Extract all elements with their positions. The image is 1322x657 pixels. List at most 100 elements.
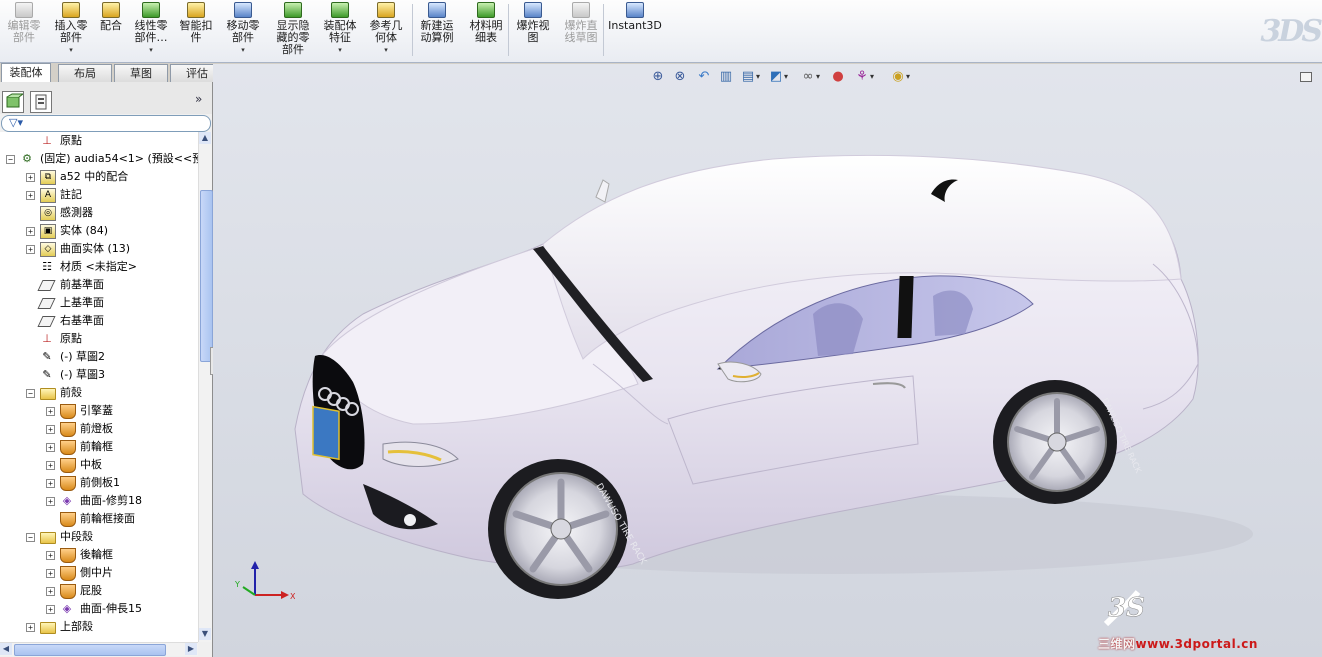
- tree-item[interactable]: ✎ (-) 草圖2: [0, 348, 198, 366]
- tree-item[interactable]: 右基準面: [0, 312, 198, 330]
- tree-item[interactable]: + 引擎蓋: [0, 402, 198, 420]
- show-hidden-icon: [284, 2, 302, 18]
- toolbar-button-8[interactable]: 参考几 何体 ▾: [363, 2, 409, 56]
- toolbar-button-12[interactable]: 爆炸直 线草图: [558, 2, 604, 44]
- tree-item[interactable]: 前輪框接面: [0, 510, 198, 528]
- tree-item[interactable]: + ◇ 曲面实体 (13): [0, 240, 198, 258]
- dropdown-arrow-icon[interactable]: ▾: [220, 44, 266, 56]
- expand-icon[interactable]: +: [46, 569, 55, 578]
- expand-icon[interactable]: +: [26, 227, 35, 236]
- featuremanager-tab[interactable]: [2, 91, 25, 113]
- toolbar-button-6[interactable]: 显示隐 藏的零 部件: [270, 2, 316, 56]
- expand-icon[interactable]: +: [26, 245, 35, 254]
- propertymanager-tab[interactable]: [30, 91, 52, 113]
- svg-text:3S: 3S: [1108, 593, 1145, 623]
- toolbar-button-label: 参考几 何体: [369, 19, 403, 44]
- tree-item[interactable]: + ◈ 曲面-修剪18: [0, 492, 198, 510]
- toolbar-button-11[interactable]: 爆炸视 图: [512, 2, 554, 44]
- tree-item[interactable]: + ▣ 实体 (84): [0, 222, 198, 240]
- expand-icon[interactable]: +: [26, 173, 35, 182]
- tree-item[interactable]: ⊥ 原點: [0, 330, 198, 348]
- collapse-icon[interactable]: −: [26, 533, 35, 542]
- tree-item[interactable]: + 前側板1: [0, 474, 198, 492]
- toolbar-button-4[interactable]: 智能扣 件: [175, 2, 217, 44]
- toolbar-button-0[interactable]: 编辑零 部件: [3, 2, 45, 44]
- expand-icon[interactable]: +: [46, 497, 55, 506]
- surface-bodies-icon: ◇: [40, 242, 56, 257]
- expand-icon[interactable]: +: [46, 425, 55, 434]
- tree-filter[interactable]: ▽▾: [1, 115, 211, 132]
- tree-item[interactable]: + 屁股: [0, 582, 198, 600]
- tree-item-label: 原點: [60, 134, 82, 147]
- tree-item-label: 註記: [60, 188, 82, 201]
- scroll-right-icon[interactable]: ▶: [185, 643, 197, 655]
- dropdown-arrow-icon[interactable]: ▾: [49, 44, 93, 56]
- tree-item[interactable]: + 前輪框: [0, 438, 198, 456]
- tree-vertical-scrollbar[interactable]: ▲ ▼: [198, 132, 213, 642]
- graphics-area[interactable]: ⊕ ⊗ ↶ ▥ ▤ ▾ ◩ ▾ ∞ ▾ ● ⚘ ▾ ◉ ▾ DAWLISO TI…: [213, 64, 1322, 657]
- tree-item-label: (-) 草圖2: [60, 350, 106, 363]
- tree-item[interactable]: ✎ (-) 草圖3: [0, 366, 198, 384]
- toolbar-button-5[interactable]: 移动零 部件 ▾: [220, 2, 266, 56]
- car-model[interactable]: DAWLISO TIRE RACK DAWLISO TIRE RACK: [213, 64, 1322, 657]
- expand-icon[interactable]: +: [46, 443, 55, 452]
- tree-item[interactable]: ⊥ 原點: [0, 132, 198, 150]
- expand-icon[interactable]: +: [46, 605, 55, 614]
- scroll-thumb[interactable]: [200, 190, 213, 362]
- surface-icon: ◈: [62, 602, 72, 615]
- tree-item[interactable]: − 中段殼: [0, 528, 198, 546]
- tree-item-label: 屁股: [80, 584, 102, 597]
- toolbar-button-label: 编辑零 部件: [7, 19, 41, 44]
- tree-item[interactable]: − 前殼: [0, 384, 198, 402]
- expand-icon[interactable]: +: [26, 623, 35, 632]
- scroll-down-icon[interactable]: ▼: [199, 628, 211, 640]
- expand-icon[interactable]: +: [46, 551, 55, 560]
- tab-0[interactable]: 装配体: [1, 63, 51, 83]
- expand-icon[interactable]: +: [46, 461, 55, 470]
- tree-item[interactable]: + 前燈板: [0, 420, 198, 438]
- toolbar-button-1[interactable]: 插入零 部件 ▾: [49, 2, 93, 56]
- toolbar-button-2[interactable]: 配合: [96, 2, 126, 32]
- tree-item[interactable]: + 上部殼: [0, 618, 198, 636]
- assembly-feature-icon: [331, 2, 349, 18]
- toolbar-button-3[interactable]: 线性零 部件… ▾: [130, 2, 172, 56]
- scroll-thumb-horizontal[interactable]: [14, 644, 166, 656]
- toolbar-button-9[interactable]: 新建运 动算例: [414, 2, 460, 44]
- move-component-icon: [234, 2, 252, 18]
- tree-horizontal-scrollbar[interactable]: ◀ ▶: [0, 642, 198, 656]
- tree-item[interactable]: ◎ 感測器: [0, 204, 198, 222]
- body-icon: [60, 476, 76, 491]
- tree-item[interactable]: ☷ 材质 <未指定>: [0, 258, 198, 276]
- toolbar-button-label: 爆炸视 图: [516, 19, 550, 44]
- tree-item[interactable]: 前基準面: [0, 276, 198, 294]
- toolbar-button-13[interactable]: Instant3D: [607, 2, 663, 32]
- tree-item[interactable]: + ⧉ a52 中的配合: [0, 168, 198, 186]
- tree-item[interactable]: − ⚙ (固定) audia54<1> (預設<<預: [0, 150, 198, 168]
- expand-icon[interactable]: +: [46, 479, 55, 488]
- tree-item[interactable]: + ◈ 曲面-伸長15: [0, 600, 198, 618]
- collapse-panel-icon[interactable]: »: [195, 92, 202, 106]
- dropdown-arrow-icon[interactable]: ▾: [363, 44, 409, 56]
- scroll-left-icon[interactable]: ◀: [0, 643, 12, 655]
- collapse-icon[interactable]: −: [6, 155, 15, 164]
- tree-item[interactable]: + 中板: [0, 456, 198, 474]
- tree-item[interactable]: 上基準面: [0, 294, 198, 312]
- tree-item[interactable]: + 後輪框: [0, 546, 198, 564]
- toolbar-button-label: 智能扣 件: [179, 19, 213, 44]
- scroll-up-icon[interactable]: ▲: [199, 132, 211, 144]
- toolbar-button-10[interactable]: 材料明 细表: [465, 2, 507, 44]
- toolbar-button-7[interactable]: 装配体 特征 ▾: [320, 2, 360, 56]
- expand-icon[interactable]: +: [26, 191, 35, 200]
- tab-2[interactable]: 草图: [114, 64, 168, 82]
- sketch-icon: ✎: [42, 350, 52, 363]
- expand-icon[interactable]: +: [46, 407, 55, 416]
- body-icon: [60, 422, 76, 437]
- tree-item[interactable]: + A 註記: [0, 186, 198, 204]
- dropdown-arrow-icon[interactable]: ▾: [130, 44, 172, 56]
- tree-item[interactable]: + 側中片: [0, 564, 198, 582]
- tab-1[interactable]: 布局: [58, 64, 112, 82]
- expand-icon[interactable]: +: [46, 587, 55, 596]
- dropdown-arrow-icon[interactable]: ▾: [320, 44, 360, 56]
- collapse-icon[interactable]: −: [26, 389, 35, 398]
- tree-item-label: 中板: [80, 458, 102, 471]
